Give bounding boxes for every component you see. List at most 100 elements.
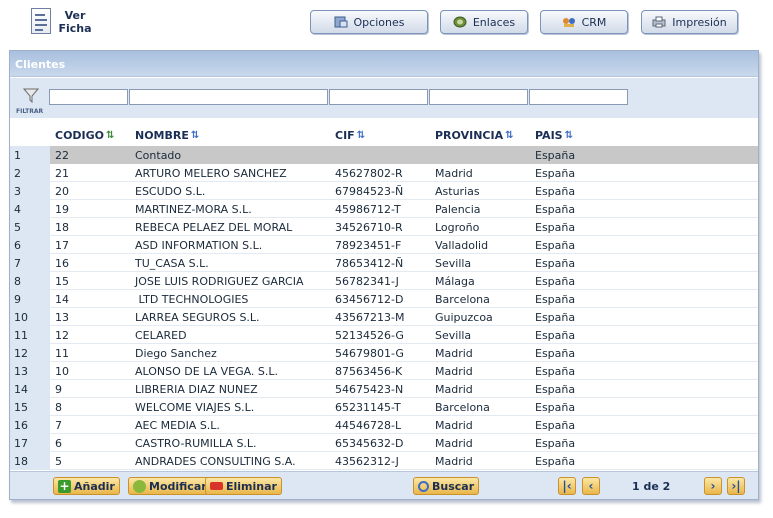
table-row[interactable]: 17 6 CASTRO-RUMILLA S.L. 65345632-D Madrid Es… [10, 434, 758, 452]
cell-nombre: ANDRADES CONSULTING S.A. [135, 455, 296, 468]
table-row[interactable]: 16 7 AEC MEDIA S.L. 44546728-L Madrid España [10, 416, 758, 434]
cell-pais: España [535, 437, 576, 450]
cell-nombre: REBECA PELAEZ DEL MORAL [135, 221, 293, 234]
filter-pais-input[interactable] [529, 89, 628, 105]
print-button[interactable]: Impresión [641, 10, 738, 34]
options-button[interactable]: Opciones [310, 10, 428, 34]
cell-cif: 44546728-L [335, 419, 402, 432]
table-row[interactable]: 3 20 ESCUDO S.L. 67984523-Ñ Asturias España [10, 182, 758, 200]
row-number: 3 [10, 182, 50, 200]
sort-icon[interactable]: ⇅ [505, 130, 513, 141]
last-page-button[interactable]: ›| [727, 477, 745, 495]
cell-pais: España [535, 365, 576, 378]
cell-pais: España [535, 221, 576, 234]
delete-button[interactable]: Eliminar [205, 477, 282, 495]
table-row[interactable]: 5 18 REBECA PELAEZ DEL MORAL 34526710-R Logr… [10, 218, 758, 236]
footer-toolbar: + Añadir Modificar Eliminar Buscar |‹ ‹ … [10, 471, 758, 499]
cell-codigo: 7 [55, 419, 62, 432]
table-row[interactable]: 11 12 CELARED 52134526-G Sevilla España [10, 326, 758, 344]
cell-cif: 45986712-T [335, 203, 401, 216]
cell-codigo: 12 [55, 329, 69, 342]
table-row[interactable]: 14 9 LIBRERIA DIAZ NUNEZ 54675423-N Madrid Es… [10, 380, 758, 398]
sort-icon[interactable]: ⇅ [565, 130, 573, 141]
table-row[interactable]: 2 21 ARTURO MELERO SANCHEZ 45627802-R Madrid… [10, 164, 758, 182]
column-header-provincia[interactable]: PROVINCIA ⇅ [435, 129, 513, 142]
table-row[interactable]: 15 8 WELCOME VIAJES S.L. 65231145-T Barcelon… [10, 398, 758, 416]
sort-icon[interactable]: ⇅ [191, 130, 199, 141]
links-button[interactable]: Enlaces [440, 10, 528, 34]
view-ficha-button[interactable]: Ver Ficha [58, 9, 92, 35]
cell-nombre: CELARED [135, 329, 187, 342]
cell-nombre: ARTURO MELERO SANCHEZ [135, 167, 287, 180]
cell-cif: 56782341-J [335, 275, 399, 288]
sort-az-icon[interactable]: ⇅ [106, 130, 114, 141]
table-row[interactable]: 13 10 ALONSO DE LA VEGA. S.L. 87563456-K Mad… [10, 362, 758, 380]
prev-page-button[interactable]: ‹ [582, 477, 600, 495]
first-page-button[interactable]: |‹ [558, 477, 576, 495]
cell-codigo: 14 [55, 293, 69, 306]
cell-provincia: Barcelona [435, 293, 490, 306]
column-header-pais[interactable]: PAIS ⇅ [535, 129, 573, 142]
add-button[interactable]: + Añadir [53, 477, 120, 495]
column-header-cif[interactable]: CIF ⇅ [335, 129, 365, 142]
filter-funnel-icon[interactable] [23, 87, 39, 103]
cell-provincia: Madrid [435, 347, 473, 360]
cell-provincia: Palencia [435, 203, 481, 216]
options-icon [334, 16, 348, 28]
table-row[interactable]: 1 22 Contado España [10, 146, 758, 164]
filter-provincia-input[interactable] [429, 89, 528, 105]
table-row[interactable]: 9 14 LTD TECHNOLOGIES 63456712-D Barcelona E… [10, 290, 758, 308]
table-row[interactable]: 4 19 MARTINEZ-MORA S.L. 45986712-T Palencia E… [10, 200, 758, 218]
filter-nombre-input[interactable] [129, 89, 328, 105]
cell-codigo: 11 [55, 347, 69, 360]
table-row[interactable]: 7 16 TU_CASA S.L. 78653412-Ñ Sevilla España [10, 254, 758, 272]
table-header: CODIGO ⇅ NOMBRE ⇅ CIF ⇅ PROVINCIA ⇅ PAIS… [10, 118, 758, 145]
first-page-icon: |‹ [562, 479, 572, 493]
delete-label: Eliminar [226, 479, 277, 493]
cell-nombre: AEC MEDIA S.L. [135, 419, 220, 432]
cell-cif: 43562312-J [335, 455, 399, 468]
cell-cif: 87563456-K [335, 365, 403, 378]
crm-button[interactable]: CRM [540, 10, 628, 34]
table-row[interactable]: 12 11 Diego Sanchez 54679801-G Madrid España [10, 344, 758, 362]
last-page-icon: ›| [731, 479, 741, 493]
cell-codigo: 20 [55, 185, 69, 198]
search-button[interactable]: Buscar [413, 477, 480, 495]
column-header-nombre[interactable]: NOMBRE ⇅ [135, 129, 199, 142]
cell-codigo: 6 [55, 437, 62, 450]
cell-nombre: ESCUDO S.L. [135, 185, 206, 198]
search-label: Buscar [432, 479, 475, 493]
column-label-provincia: PROVINCIA [435, 129, 504, 142]
cell-provincia: Madrid [435, 365, 473, 378]
crm-label: CRM [581, 15, 607, 29]
document-icon[interactable] [31, 8, 51, 34]
cell-provincia: Madrid [435, 437, 473, 450]
table-row[interactable]: 18 5 ANDRADES CONSULTING S.A. 43562312-J Mad… [10, 452, 758, 470]
view-label-line2: Ficha [58, 22, 92, 35]
add-label: Añadir [74, 479, 115, 493]
table-row[interactable]: 10 13 LARREA SEGUROS S.L. 43567213-M Guipuzc… [10, 308, 758, 326]
column-header-codigo[interactable]: CODIGO ⇅ [55, 129, 114, 142]
cell-codigo: 8 [55, 401, 62, 414]
cell-pais: España [535, 329, 576, 342]
filter-cif-input[interactable] [329, 89, 428, 105]
cell-pais: España [535, 455, 576, 468]
next-page-button[interactable]: › [704, 477, 722, 495]
print-icon [652, 16, 666, 28]
table-row[interactable]: 8 15 JOSE LUIS RODRIGUEZ GARCIA 56782341-J M… [10, 272, 758, 290]
cell-codigo: 18 [55, 221, 69, 234]
cell-nombre: JOSE LUIS RODRIGUEZ GARCIA [135, 275, 304, 288]
row-number: 18 [10, 452, 50, 470]
cell-nombre: LIBRERIA DIAZ NUNEZ [135, 383, 258, 396]
modify-icon [133, 479, 146, 493]
cell-pais: España [535, 185, 576, 198]
column-label-cif: CIF [335, 129, 355, 142]
sort-icon[interactable]: ⇅ [357, 130, 365, 141]
table-row[interactable]: 6 17 ASD INFORMATION S.L. 78923451-F Vallado… [10, 236, 758, 254]
modify-button[interactable]: Modificar [128, 477, 212, 495]
delete-icon [210, 482, 223, 490]
filter-codigo-input[interactable] [49, 89, 128, 105]
add-icon: + [58, 478, 71, 493]
modify-label: Modificar [149, 479, 207, 493]
cell-pais: España [535, 293, 576, 306]
